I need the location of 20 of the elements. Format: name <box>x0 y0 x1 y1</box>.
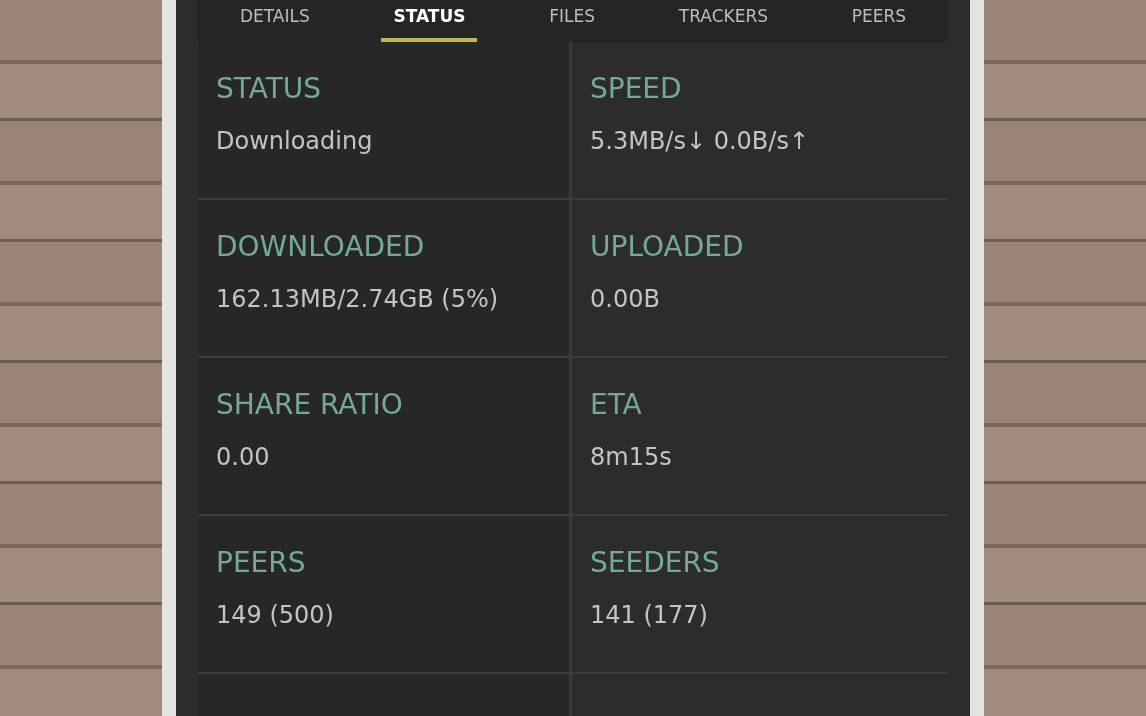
field-value: 162.13MB/2.74GB (5%) <box>216 285 499 313</box>
field-value: 0.00 <box>216 443 270 471</box>
field-value: 141 (177) <box>590 601 708 629</box>
field-label: DOWNLOADED <box>216 230 425 263</box>
field-label: SHARE RATIO <box>216 388 403 421</box>
field-label: PEERS <box>216 546 306 579</box>
field-label: STATUS <box>216 72 322 105</box>
field-value: 149 (500) <box>216 601 334 629</box>
field-value: Downloading <box>216 127 373 155</box>
tab[interactable]: DETAILS <box>227 0 322 42</box>
field-value: 8m15s <box>590 443 672 471</box>
field-label: SEEDERS <box>590 546 720 579</box>
field-label: UPLOADED <box>590 230 744 263</box>
field-label: SPEED <box>590 72 682 105</box>
field-label: ETA <box>590 388 642 421</box>
field-value: 5.3MB/s↓ 0.0B/s↑ <box>590 127 809 155</box>
tab[interactable]: TRACKERS <box>666 0 780 42</box>
tab[interactable]: PEERS <box>839 0 919 42</box>
tab[interactable]: FILES <box>537 0 608 42</box>
field-value: 0.00B <box>590 285 660 313</box>
